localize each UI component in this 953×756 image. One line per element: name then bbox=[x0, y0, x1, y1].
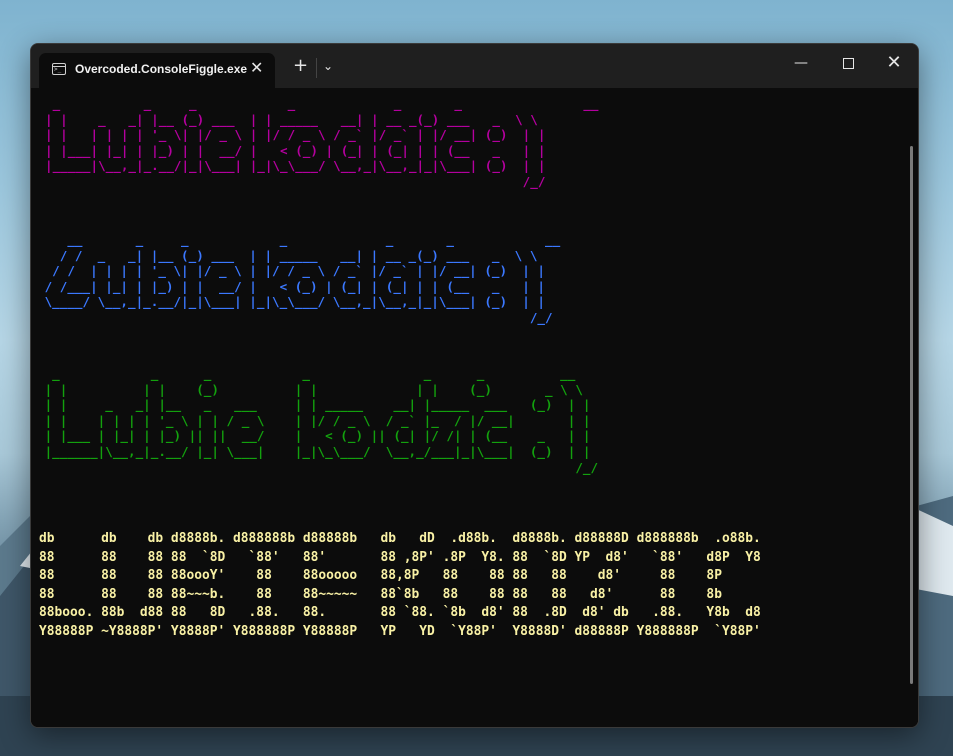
maximize-icon[interactable] bbox=[834, 55, 862, 72]
chevron-down-icon[interactable]: ⌄ bbox=[323, 58, 333, 74]
title-bar: Overcoded.ConsoleFiggle.exe ✕ + ⌄ — ✕ bbox=[31, 44, 918, 88]
terminal-window: Overcoded.ConsoleFiggle.exe ✕ + ⌄ — ✕ _ … bbox=[30, 43, 919, 728]
tab-close-icon[interactable]: ✕ bbox=[250, 60, 263, 76]
title-divider bbox=[316, 58, 317, 78]
minimize-icon[interactable]: — bbox=[787, 55, 815, 71]
banner-magenta: _ _ _ _ _ _ __ | | _ _| |__ (_) ___ | | … bbox=[45, 96, 599, 189]
close-icon[interactable]: ✕ bbox=[880, 54, 908, 72]
banner-yellow: db db db d8888b. d888888b d88888b db dD … bbox=[39, 531, 761, 639]
terminal-icon bbox=[52, 63, 66, 75]
banner-blue: __ _ _ _ _ _ __ / / _ _| |__ (_) ___ | |… bbox=[44, 232, 561, 325]
banner-green: _ _ _ _ _ _ __ | | | | (_) | | | | (_) _… bbox=[44, 366, 599, 475]
scrollbar[interactable] bbox=[910, 146, 913, 684]
terminal-output[interactable]: _ _ _ _ _ _ __ | | _ _| |__ (_) ___ | | … bbox=[31, 88, 918, 727]
new-tab-icon[interactable]: + bbox=[293, 57, 308, 75]
tab-title: Overcoded.ConsoleFiggle.exe bbox=[75, 62, 248, 76]
tab-console-figgle[interactable]: Overcoded.ConsoleFiggle.exe ✕ bbox=[39, 53, 275, 88]
